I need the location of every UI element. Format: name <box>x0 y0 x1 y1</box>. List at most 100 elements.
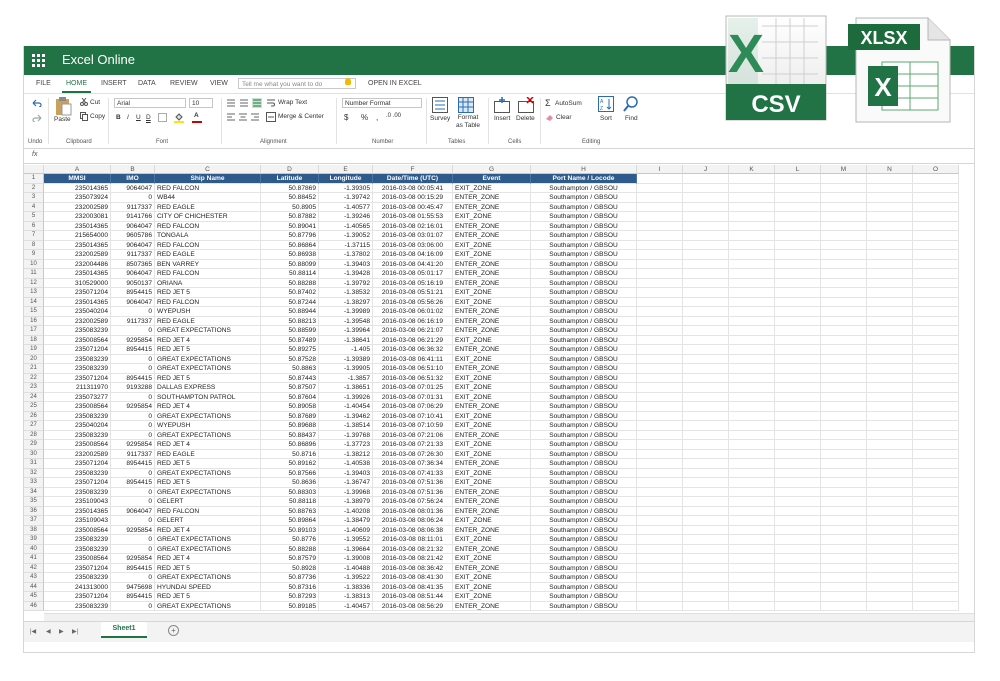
row-header[interactable]: 8 <box>24 240 44 250</box>
empty-cell[interactable] <box>867 459 913 469</box>
empty-cell[interactable] <box>867 297 913 307</box>
table-cell[interactable]: 241313000 <box>44 582 111 592</box>
empty-cell[interactable] <box>683 373 729 383</box>
empty-cell[interactable] <box>683 326 729 336</box>
empty-cell[interactable] <box>729 525 775 535</box>
table-cell[interactable]: 2016-03-08 05:56:26 <box>373 297 453 307</box>
empty-cell[interactable] <box>913 335 959 345</box>
table-cell[interactable]: GREAT EXPECTATIONS <box>155 326 261 336</box>
wrap-text-button[interactable]: Wrap Text <box>278 99 307 106</box>
table-cell[interactable]: 50.88452 <box>261 193 319 203</box>
empty-cell[interactable] <box>729 250 775 260</box>
empty-cell[interactable] <box>683 183 729 193</box>
table-cell[interactable]: Southampton / GBSOU <box>531 402 637 412</box>
table-cell[interactable]: 235083239 <box>44 326 111 336</box>
table-cell[interactable]: Southampton / GBSOU <box>531 278 637 288</box>
table-cell[interactable]: Southampton / GBSOU <box>531 202 637 212</box>
table-cell[interactable]: 2016-03-08 07:56:24 <box>373 497 453 507</box>
row-header[interactable]: 28 <box>24 430 44 440</box>
table-cell[interactable]: ENTER_ZONE <box>453 193 531 203</box>
empty-cell[interactable] <box>729 497 775 507</box>
table-cell[interactable]: GREAT EXPECTATIONS <box>155 573 261 583</box>
empty-cell[interactable] <box>637 402 683 412</box>
row-header[interactable]: 42 <box>24 563 44 573</box>
table-cell[interactable]: Southampton / GBSOU <box>531 497 637 507</box>
empty-cell[interactable] <box>775 278 821 288</box>
empty-cell[interactable] <box>637 592 683 602</box>
table-cell[interactable]: 50.87528 <box>261 354 319 364</box>
table-cell[interactable]: 9064047 <box>111 221 155 231</box>
empty-cell[interactable] <box>729 269 775 279</box>
row-header[interactable]: 16 <box>24 316 44 326</box>
table-cell[interactable]: Southampton / GBSOU <box>531 316 637 326</box>
table-cell[interactable]: Southampton / GBSOU <box>531 364 637 374</box>
empty-cell[interactable] <box>867 592 913 602</box>
table-cell[interactable]: ENTER_ZONE <box>453 544 531 554</box>
empty-cell[interactable] <box>913 573 959 583</box>
empty-cell[interactable] <box>729 411 775 421</box>
row-header[interactable]: 19 <box>24 345 44 355</box>
empty-cell[interactable] <box>637 212 683 222</box>
empty-cell[interactable] <box>867 183 913 193</box>
row-header[interactable]: 17 <box>24 326 44 336</box>
empty-cell[interactable] <box>775 373 821 383</box>
table-cell[interactable]: GELERT <box>155 516 261 526</box>
empty-cell[interactable] <box>821 240 867 250</box>
empty-cell[interactable] <box>683 563 729 573</box>
empty-cell[interactable] <box>729 240 775 250</box>
table-cell[interactable]: 2016-03-08 05:16:19 <box>373 278 453 288</box>
table-cell[interactable]: RED JET 4 <box>155 554 261 564</box>
empty-cell[interactable] <box>729 601 775 611</box>
empty-cell[interactable] <box>683 592 729 602</box>
function-icon[interactable]: fx <box>32 151 37 158</box>
empty-cell[interactable] <box>775 231 821 241</box>
empty-cell[interactable] <box>821 525 867 535</box>
empty-cell[interactable] <box>821 297 867 307</box>
empty-cell[interactable] <box>821 459 867 469</box>
column-header-d[interactable]: D <box>261 165 319 174</box>
empty-cell[interactable] <box>821 573 867 583</box>
table-cell[interactable]: -1.39968 <box>319 487 373 497</box>
table-cell[interactable]: 50.88303 <box>261 487 319 497</box>
empty-cell[interactable] <box>913 250 959 260</box>
sheet-tab[interactable]: Sheet1 <box>101 622 147 638</box>
table-cell[interactable]: 2016-03-08 08:06:24 <box>373 516 453 526</box>
row-header[interactable]: 20 <box>24 354 44 364</box>
table-cell[interactable]: 232002589 <box>44 316 111 326</box>
table-cell[interactable]: EXIT_ZONE <box>453 535 531 545</box>
empty-cell[interactable] <box>867 212 913 222</box>
empty-cell[interactable] <box>683 174 729 184</box>
table-cell[interactable]: Southampton / GBSOU <box>531 430 637 440</box>
undo-icon[interactable] <box>32 99 42 107</box>
empty-cell[interactable] <box>867 354 913 364</box>
empty-cell[interactable] <box>913 506 959 516</box>
table-cell[interactable]: 232004486 <box>44 259 111 269</box>
empty-cell[interactable] <box>637 544 683 554</box>
table-cell[interactable]: 2016-03-08 08:36:42 <box>373 563 453 573</box>
table-cell[interactable]: RED JET 4 <box>155 402 261 412</box>
row-header[interactable]: 39 <box>24 535 44 545</box>
empty-cell[interactable] <box>683 269 729 279</box>
empty-cell[interactable] <box>867 364 913 374</box>
empty-cell[interactable] <box>867 563 913 573</box>
table-cell[interactable]: BEN VARREY <box>155 259 261 269</box>
empty-cell[interactable] <box>729 231 775 241</box>
table-cell[interactable]: EXIT_ZONE <box>453 573 531 583</box>
table-cell[interactable]: WB44 <box>155 193 261 203</box>
empty-cell[interactable] <box>821 278 867 288</box>
empty-cell[interactable] <box>683 193 729 203</box>
empty-cell[interactable] <box>729 392 775 402</box>
table-cell[interactable]: ENTER_ZONE <box>453 497 531 507</box>
table-cell[interactable]: 8507365 <box>111 259 155 269</box>
cut-button[interactable]: Cut <box>90 99 100 106</box>
row-header[interactable]: 10 <box>24 259 44 269</box>
empty-cell[interactable] <box>913 478 959 488</box>
table-cell[interactable]: 2016-03-08 08:06:38 <box>373 525 453 535</box>
row-header[interactable]: 30 <box>24 449 44 459</box>
table-cell[interactable]: 0 <box>111 573 155 583</box>
table-cell[interactable]: EXIT_ZONE <box>453 183 531 193</box>
table-cell[interactable]: 2016-03-08 07:21:33 <box>373 440 453 450</box>
comma-button[interactable]: , <box>376 113 378 122</box>
empty-cell[interactable] <box>913 601 959 611</box>
empty-cell[interactable] <box>821 326 867 336</box>
